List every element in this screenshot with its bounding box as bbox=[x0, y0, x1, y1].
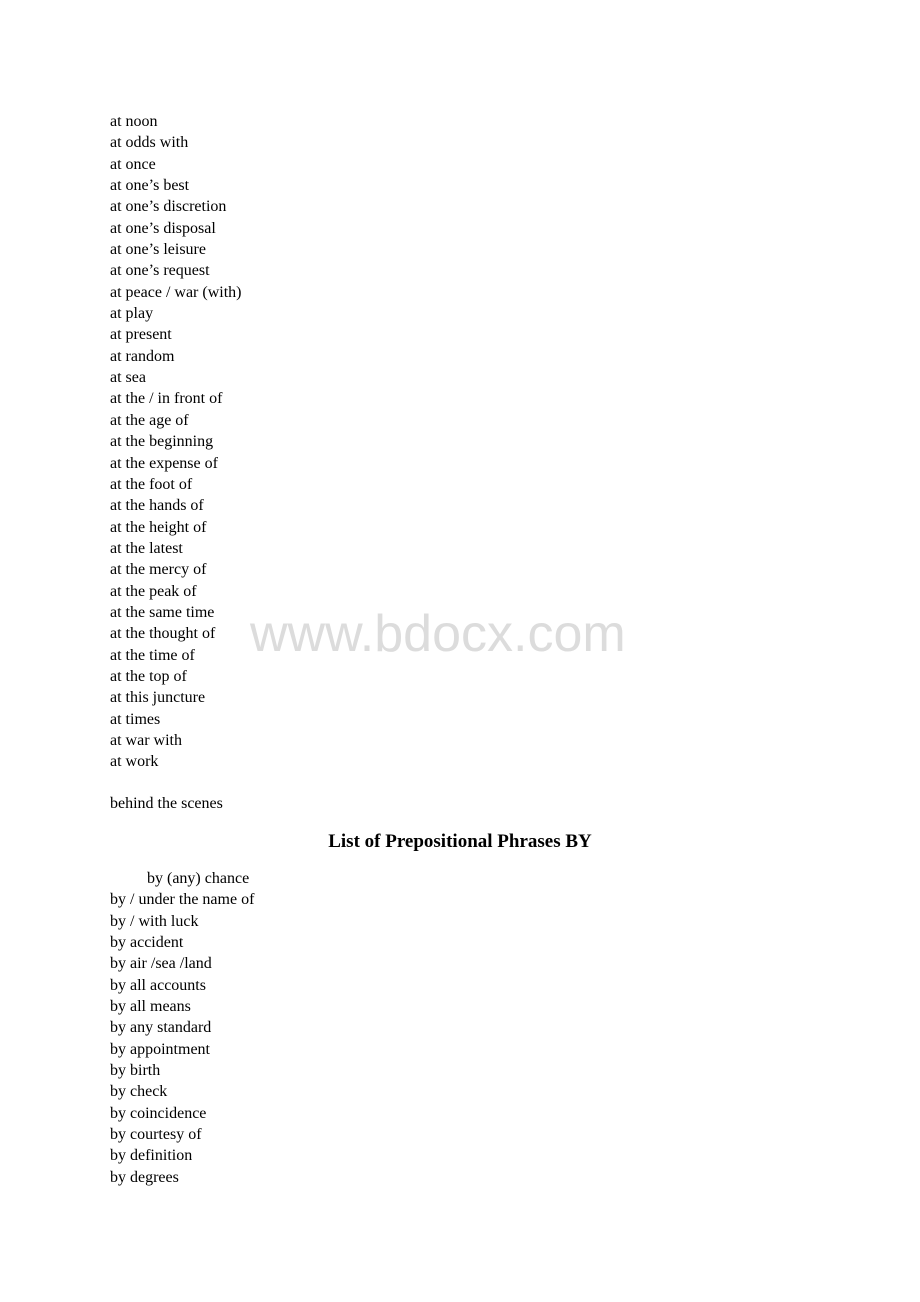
phrase-item: at the time of bbox=[110, 646, 195, 664]
phrase-item: at the latest bbox=[110, 539, 183, 557]
phrase-item: behind the scenes bbox=[110, 795, 223, 812]
phrase-item: at peace / war (with) bbox=[110, 283, 242, 301]
phrase-item: at the / in front of bbox=[110, 390, 223, 408]
phrase-item: at sea bbox=[110, 369, 146, 387]
phrase-item: at one’s discretion bbox=[110, 198, 227, 216]
phrase-item: at odds with bbox=[110, 134, 189, 152]
phrase-item: at noon bbox=[110, 113, 158, 130]
phrase-item: at the beginning bbox=[110, 433, 214, 451]
phrase-item: at once bbox=[110, 155, 156, 173]
phrase-item: at the foot of bbox=[110, 475, 193, 493]
phrase-item: at the mercy of bbox=[110, 561, 207, 579]
by-phrase-list: by (any) chance by / under the name of b… bbox=[110, 868, 254, 1188]
phrase-item: at the hands of bbox=[110, 497, 204, 515]
phrase-item: by courtesy of bbox=[110, 1126, 202, 1144]
phrase-item: at one’s best bbox=[110, 177, 190, 195]
phrase-item: at the expense of bbox=[110, 454, 218, 472]
phrase-item: at the age of bbox=[110, 411, 189, 429]
phrase-item: at work bbox=[110, 753, 159, 771]
phrase-item: at play bbox=[110, 305, 154, 323]
phrase-item: at this juncture bbox=[110, 689, 206, 707]
phrase-item: at the top of bbox=[110, 667, 187, 685]
phrase-item: by birth bbox=[110, 1062, 161, 1080]
phrase-item: by all means bbox=[110, 998, 191, 1016]
phrase-item: at times bbox=[110, 710, 161, 728]
phrase-item: by (any) chance bbox=[147, 870, 250, 887]
phrase-item: by air /sea /land bbox=[110, 955, 212, 973]
phrase-item: at the height of bbox=[110, 518, 207, 536]
section-heading: List of Prepositional Phrases BY bbox=[328, 831, 592, 852]
phrase-item: by check bbox=[110, 1083, 168, 1101]
phrase-item: at war with bbox=[110, 731, 182, 749]
phrase-item: by / under the name of bbox=[110, 891, 255, 909]
phrase-item: at the same time bbox=[110, 603, 215, 621]
phrase-item: at the thought of bbox=[110, 625, 216, 643]
phrase-item: by all accounts bbox=[110, 976, 206, 994]
phrase-item: by degrees bbox=[110, 1168, 179, 1186]
document-page: at noon at odds with at once at one’s be… bbox=[0, 0, 920, 1302]
phrase-item: by / with luck bbox=[110, 912, 199, 930]
phrase-item: at one’s request bbox=[110, 262, 210, 280]
phrase-item: by any standard bbox=[110, 1019, 212, 1037]
phrase-item: by appointment bbox=[110, 1040, 210, 1058]
phrase-item: by definition bbox=[110, 1147, 193, 1165]
phrase-item: at one’s disposal bbox=[110, 219, 216, 237]
at-phrase-list: at noon at odds with at once at one’s be… bbox=[110, 111, 241, 773]
phrase-item: at random bbox=[110, 347, 175, 365]
phrase-item: by coincidence bbox=[110, 1104, 207, 1122]
phrase-item: at present bbox=[110, 326, 172, 344]
phrase-item: at the peak of bbox=[110, 582, 197, 600]
phrase-item: at one’s leisure bbox=[110, 241, 206, 259]
phrase-item: by accident bbox=[110, 934, 184, 952]
watermark: www.bdocx.com bbox=[250, 605, 626, 663]
